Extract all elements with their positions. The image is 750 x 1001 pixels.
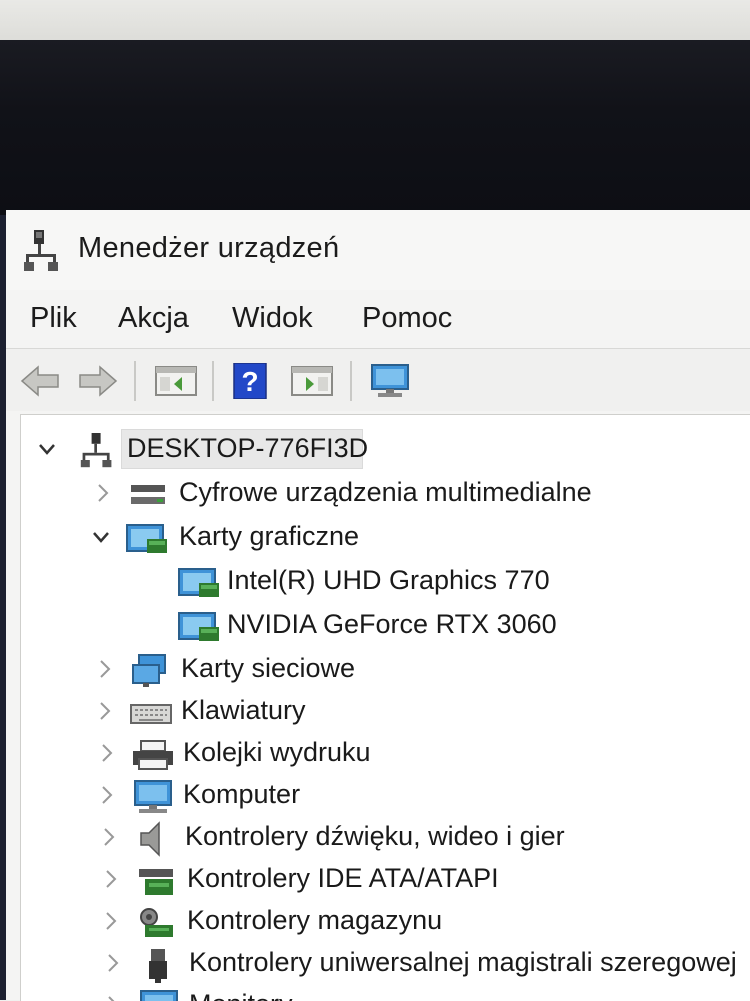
- tree-item-computer[interactable]: Komputer: [21, 777, 741, 817]
- root-label: DESKTOP-776FI3D: [127, 433, 369, 463]
- chevron-right-icon[interactable]: [103, 951, 123, 975]
- tree-item-label: NVIDIA GeForce RTX 3060: [227, 609, 557, 639]
- chevron-right-icon[interactable]: [97, 741, 117, 765]
- chevron-right-icon[interactable]: [99, 825, 119, 849]
- chevron-right-icon[interactable]: [97, 783, 117, 807]
- computer-icon: [134, 780, 172, 813]
- toolbar-separator: [350, 361, 352, 401]
- chevron-right-icon[interactable]: [101, 867, 121, 891]
- device-manager-icon: [24, 230, 58, 271]
- network-adapter-icon: [132, 654, 166, 687]
- chevron-down-icon[interactable]: [91, 525, 111, 549]
- chevron-right-icon[interactable]: [95, 699, 115, 723]
- desktop-background: [0, 40, 750, 215]
- printer-icon: [133, 740, 173, 770]
- tree-item-display-adapters[interactable]: Karty graficzne: [21, 519, 741, 559]
- help-icon[interactable]: ?: [232, 363, 268, 399]
- keyboard-icon: [130, 704, 172, 724]
- toolbar-separator: [212, 361, 214, 401]
- tree-item-label: Komputer: [183, 779, 301, 809]
- title-bar[interactable]: Menedżer urządzeń: [6, 210, 750, 290]
- chevron-down-icon[interactable]: [37, 437, 57, 461]
- device-tree: DESKTOP-776FI3D Cyfrowe urządzenia multi…: [20, 414, 750, 1001]
- tree-item-label: Kontrolery magazynu: [187, 905, 443, 935]
- chevron-right-icon[interactable]: [93, 481, 113, 505]
- tree-item-storage-controllers[interactable]: Kontrolery magazynu: [21, 903, 741, 943]
- menu-bar: Plik Akcja Widok Pomoc: [6, 292, 750, 348]
- display-adapter-icon: [178, 612, 219, 641]
- device-manager-window: Menedżer urządzeń Plik Akcja Widok Pomoc…: [6, 210, 750, 1001]
- usb-icon: [149, 949, 167, 983]
- menu-plik[interactable]: Plik: [30, 302, 77, 335]
- tree-item-label: Monitory: [189, 989, 293, 1001]
- tree-item-sound-controllers[interactable]: Kontrolery dźwięku, wideo i gier: [21, 819, 741, 859]
- tree-item-label: Karty graficzne: [179, 521, 360, 551]
- tree-item-label: Kolejki wydruku: [183, 737, 371, 767]
- menu-pomoc[interactable]: Pomoc: [362, 302, 452, 335]
- toolbar: ?: [6, 348, 750, 411]
- tree-item-multimedia[interactable]: Cyfrowe urządzenia multimedialne: [21, 475, 741, 515]
- tree-item-usb-controllers[interactable]: Kontrolery uniwersalnej magistrali szere…: [21, 945, 750, 985]
- tree-item-label: Klawiatury: [181, 695, 306, 725]
- tree-item-label: Kontrolery IDE ATA/ATAPI: [187, 863, 499, 893]
- window-title: Menedżer urządzeń: [78, 232, 340, 264]
- toolbar-separator: [134, 361, 136, 401]
- display-adapter-icon: [178, 568, 219, 597]
- tree-item-intel-gpu[interactable]: Intel(R) UHD Graphics 770: [21, 563, 741, 603]
- chevron-right-icon[interactable]: [101, 909, 121, 933]
- tree-item-keyboards[interactable]: Klawiatury: [21, 693, 741, 733]
- svg-text:?: ?: [241, 366, 258, 397]
- tree-root[interactable]: DESKTOP-776FI3D: [21, 429, 721, 471]
- menu-widok[interactable]: Widok: [232, 302, 313, 335]
- properties-icon[interactable]: [154, 363, 198, 399]
- tree-item-monitors[interactable]: Monitory: [21, 987, 741, 1001]
- forward-arrow-icon[interactable]: [78, 363, 118, 399]
- tree-item-label: Cyfrowe urządzenia multimedialne: [179, 477, 592, 507]
- tree-item-label: Kontrolery dźwięku, wideo i gier: [185, 821, 565, 851]
- monitor-icon[interactable]: [368, 363, 412, 399]
- driver-icon[interactable]: [290, 363, 334, 399]
- computer-tree-icon: [80, 433, 112, 468]
- storage-controller-icon: [140, 908, 173, 937]
- tree-item-label: Karty sieciowe: [181, 653, 356, 683]
- ide-controller-icon: [139, 869, 173, 895]
- display-adapter-icon: [126, 524, 167, 553]
- speaker-icon: [140, 821, 160, 857]
- tree-item-network-adapters[interactable]: Karty sieciowe: [21, 651, 741, 691]
- monitor-icon: [140, 990, 178, 1001]
- tree-item-label: Kontrolery uniwersalnej magistrali szere…: [189, 947, 737, 977]
- tree-item-print-queues[interactable]: Kolejki wydruku: [21, 735, 741, 775]
- menu-akcja[interactable]: Akcja: [118, 302, 189, 335]
- back-arrow-icon[interactable]: [20, 363, 60, 399]
- tree-item-nvidia-gpu[interactable]: NVIDIA GeForce RTX 3060: [21, 607, 741, 647]
- tree-item-ide-controllers[interactable]: Kontrolery IDE ATA/ATAPI: [21, 861, 741, 901]
- tree-item-label: Intel(R) UHD Graphics 770: [227, 565, 550, 595]
- multimedia-device-icon: [131, 485, 165, 504]
- monitor-bezel: [0, 0, 750, 44]
- chevron-right-icon[interactable]: [95, 657, 115, 681]
